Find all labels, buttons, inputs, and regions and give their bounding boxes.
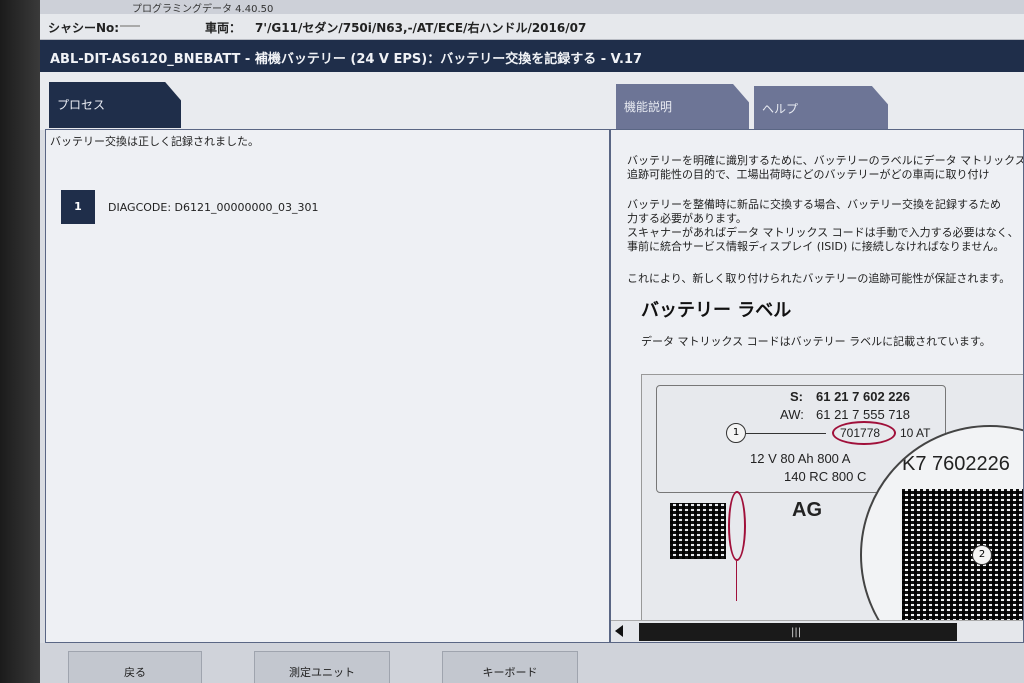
scroll-left-icon[interactable] [615,625,623,637]
page-title: ABL-DIT-AS6120_BNEBATT - 補機バッテリー (24 V E… [50,52,643,67]
keyboard-button[interactable]: キーボード [442,651,578,683]
monitor-bezel [0,0,40,683]
status-message: バッテリー交換は正しく記録されました。 [50,135,259,148]
tab-help[interactable]: ヘルプ [754,86,888,132]
step-number-badge: 1 [61,190,95,224]
vehicle-info-bar: シャシーNo: 車両： 7'/G11/セダン/750i/N63,-/AT/ECE… [40,14,1024,40]
help-text-line: バッテリーを整備時に新品に交換する場合、バッテリー交換を記録するため [627,198,1001,211]
zoomed-data-matrix [902,489,1023,621]
marker-1-icon: 1 [726,423,746,443]
help-text-line: 事前に統合サービス情報ディスプレイ (ISID) に接続しなければなりません。 [627,240,1005,253]
process-panel: バッテリー交換は正しく記録されました。 1 DIAGCODE: D6121_00… [45,129,610,643]
serial-number: 701778 [840,426,881,440]
leader-line [746,433,826,434]
aw-prefix: AW: [780,407,804,422]
chassis-label: シャシーNo: [48,21,120,35]
scrollbar-thumb[interactable]: ||| [639,623,957,641]
label-brand-partial: AG [792,499,822,521]
help-text-line: これにより、新しく取り付けられたバッテリーの追跡可能性が保証されます。 [627,272,1011,285]
zoom-code: K7 7602226 [902,453,1010,475]
tab-process[interactable]: プロセス [49,82,181,128]
bottom-button-bar: 戻る 測定ユニット キーボード [40,643,1024,683]
help-heading: バッテリー ラベル [641,300,792,321]
tab-row: プロセス 機能説明 ヘルプ [40,72,1024,132]
title-bar: ABL-DIT-AS6120_BNEBATT - 補機バッテリー (24 V E… [40,40,1024,72]
horizontal-scrollbar[interactable]: ||| [611,620,1023,642]
app-screen: プログラミングデータ 4.40.50 シャシーNo: 車両： 7'/G11/セダ… [40,0,1024,683]
app-version: プログラミングデータ 4.40.50 [132,4,274,15]
back-button[interactable]: 戻る [68,651,202,683]
s-part-number: 61 21 7 602 226 [816,389,910,404]
vehicle-value: 7'/G11/セダン/750i/N63,-/AT/ECE/右ハンドル/2016/… [255,21,587,35]
help-text-line: 力する必要があります。 [627,212,747,225]
battery-label-image: S: 61 21 7 602 226 AW: 61 21 7 555 718 1… [641,374,1023,622]
vertical-highlight [728,491,746,561]
pointer-stem [736,561,737,601]
help-text-line: バッテリーを明確に識別するために、バッテリーのラベルにデータ マトリックス [627,154,1024,167]
diagcode-text: DIAGCODE: D6121_00000000_03_301 [108,201,319,214]
help-text-line: 追跡可能性の目的で、工場出荷時にどのバッテリーがどの車両に取り付け [627,168,990,181]
vehicle-label: 車両： [205,21,242,35]
data-matrix-code [670,503,726,559]
aw-part-number: 61 21 7 555 718 [816,407,910,422]
top-strip: プログラミングデータ 4.40.50 [40,0,1024,15]
spec-line-2: 140 RC 800 C [784,469,867,484]
chassis-number-redacted [120,25,140,27]
marker-2-icon: 2 [972,545,992,565]
help-subtext: データ マトリックス コードはバッテリー ラベルに記載されています。 [641,335,991,348]
measurement-unit-button[interactable]: 測定ユニット [254,651,390,683]
grip-icon: ||| [791,627,802,638]
help-panel: バッテリーを明確に識別するために、バッテリーのラベルにデータ マトリックス 追跡… [610,129,1024,643]
help-text-line: スキャナーがあればデータ マトリックス コードは手動で入力する必要はなく、 [627,226,1019,239]
s-prefix: S: [790,389,803,404]
serial-suffix: 10 AT [900,426,931,440]
spec-line-1: 12 V 80 Ah 800 A [750,451,851,466]
tab-function-description[interactable]: 機能説明 [616,84,749,130]
